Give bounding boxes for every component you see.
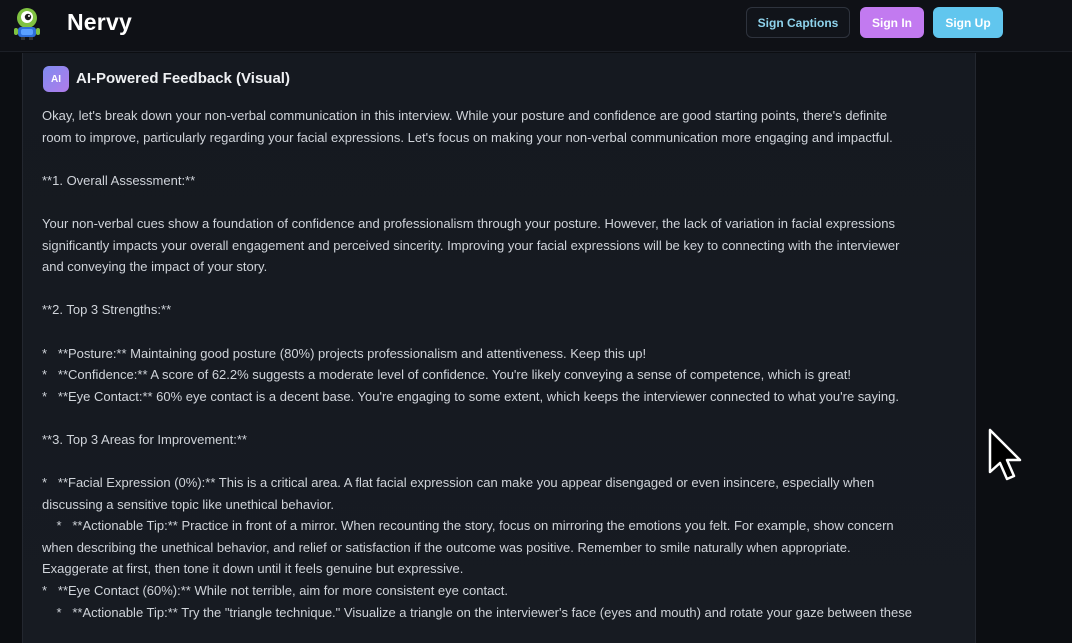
feedback-line: discussing a sensitive topic like unethi… — [42, 496, 334, 512]
feedback-line: room to improve, particularly regarding … — [42, 129, 893, 145]
robot-mascot-icon[interactable] — [12, 6, 42, 40]
top-navbar: Nervy Sign Captions Sign In Sign Up — [0, 0, 1072, 52]
feedback-line: Exaggerate at first, then tone it down u… — [42, 561, 464, 577]
panel-title: AI-Powered Feedback (Visual) — [76, 70, 290, 87]
feedback-line: **3. Top 3 Areas for Improvement:** — [42, 431, 247, 447]
brand-name[interactable]: Nervy — [67, 9, 132, 36]
feedback-line: * **Eye Contact (60%):** While not terri… — [42, 583, 509, 599]
feedback-line — [42, 148, 962, 170]
feedback-line: * **Eye Contact:** 60% eye contact is a … — [42, 388, 899, 404]
feedback-line — [42, 191, 962, 213]
sign-in-button[interactable]: Sign In — [860, 7, 924, 38]
sign-captions-button[interactable]: Sign Captions — [746, 7, 850, 38]
mouse-pointer-icon — [988, 428, 1022, 481]
feedback-line: Okay, let's break down your non-verbal c… — [42, 108, 888, 123]
feedback-line: and conveying the impact of your story. — [42, 259, 268, 275]
feedback-line: * **Posture:** Maintaining good posture … — [42, 345, 647, 361]
feedback-line: **1. Overall Assessment:** — [42, 172, 196, 188]
feedback-line: * **Actionable Tip:** Practice in front … — [42, 518, 894, 534]
feedback-line: * **Actionable Tip:** Try the "triangle … — [42, 604, 912, 620]
feedback-line: significantly impacts your overall engag… — [42, 237, 900, 253]
feedback-line: * **Facial Expression (0%):** This is a … — [42, 475, 875, 491]
feedback-line: Your non-verbal cues show a foundation o… — [42, 215, 895, 231]
feedback-line — [42, 321, 962, 343]
sign-up-button[interactable]: Sign Up — [933, 7, 1003, 38]
feedback-line — [42, 278, 962, 300]
feedback-line: when describing the unethical behavior, … — [42, 539, 851, 555]
ai-badge-icon: AI — [43, 66, 69, 92]
feedback-line: **2. Top 3 Strengths:** — [42, 302, 172, 318]
feedback-line — [42, 451, 962, 473]
feedback-line — [42, 407, 962, 429]
feedback-content: Okay, let's break down your non-verbal c… — [42, 105, 962, 623]
feedback-line: * **Confidence:** A score of 62.2% sugge… — [42, 367, 851, 383]
